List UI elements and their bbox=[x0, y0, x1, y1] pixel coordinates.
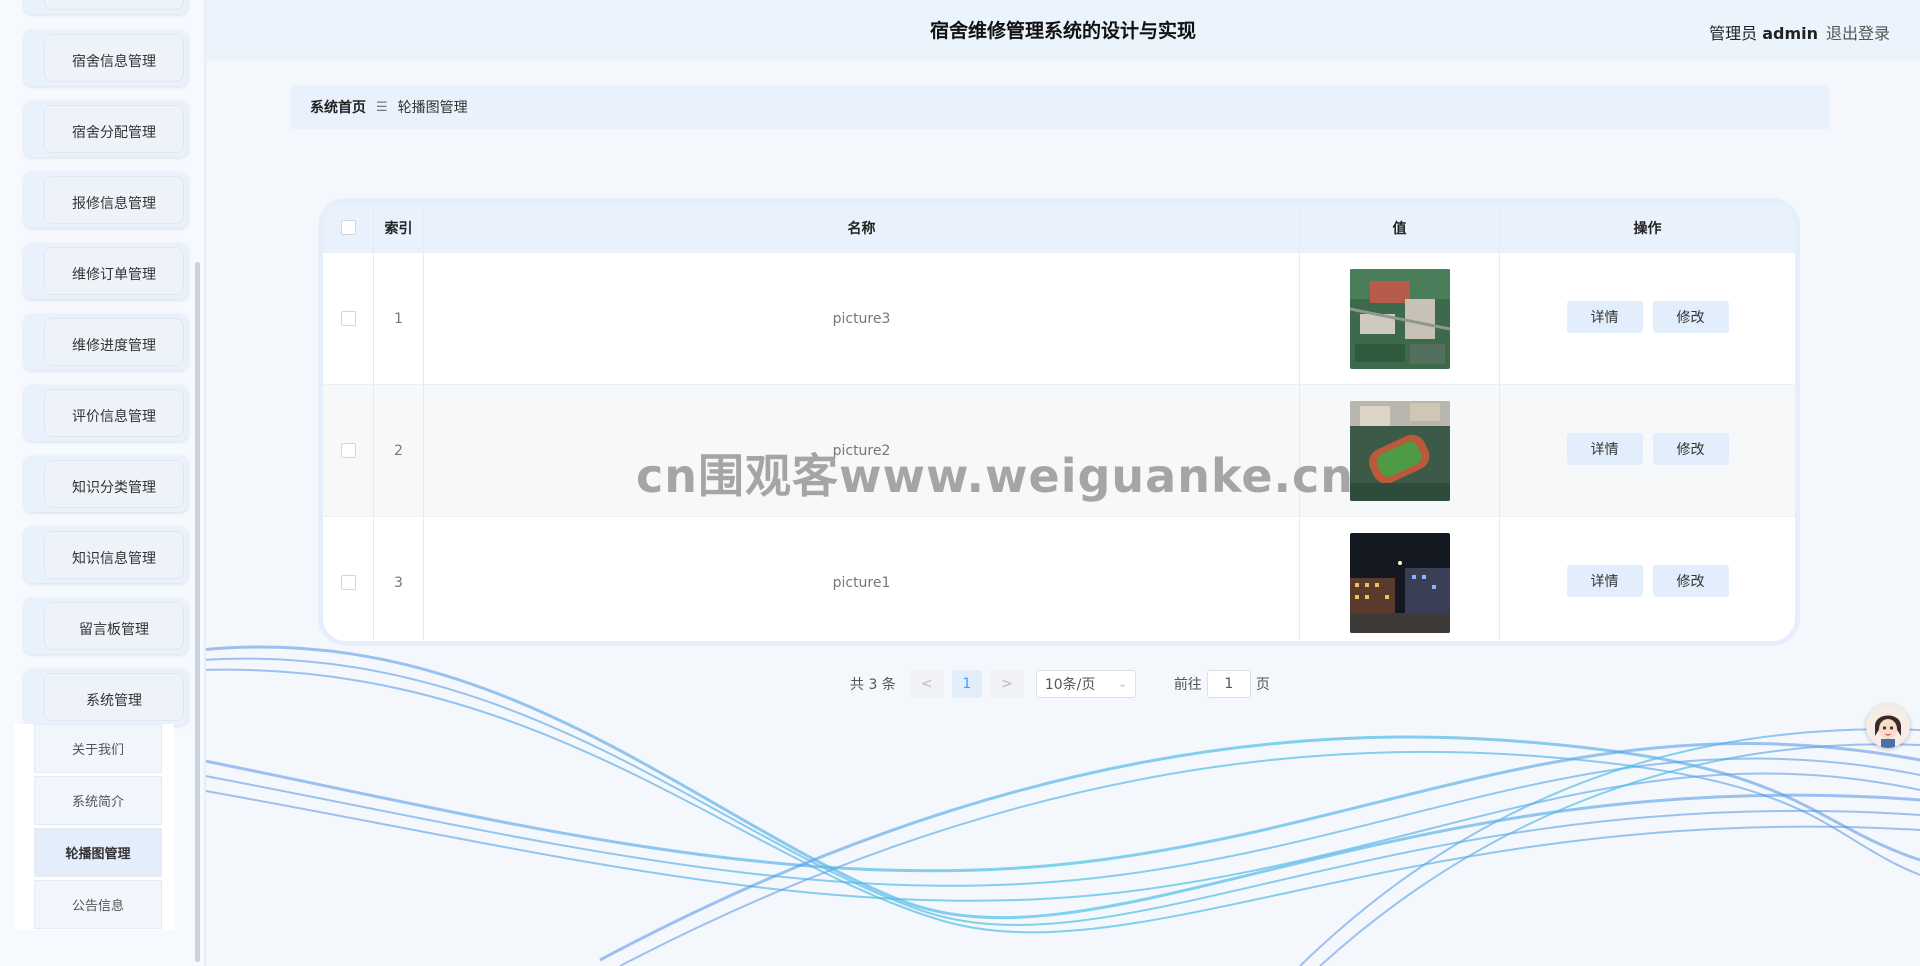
detail-button[interactable]: 详情 bbox=[1566, 300, 1643, 333]
sidebar-item-dorm-info[interactable]: 宿舍信息管理 bbox=[24, 30, 188, 86]
table-row: 1 picture3 详情 修改 bbox=[323, 252, 1795, 384]
prev-page-button[interactable]: < bbox=[909, 670, 944, 698]
edit-button[interactable]: 修改 bbox=[1652, 564, 1729, 597]
sidebar-item-label: 系统管理 bbox=[44, 673, 184, 721]
watermark-text: cn围观客www.weiguanke.cn bbox=[636, 449, 1355, 503]
sidebar-item-label: 知识分类管理 bbox=[44, 460, 184, 508]
sidebar-item-label: 知识信息管理 bbox=[44, 531, 184, 579]
campus-sports-field-image[interactable] bbox=[1349, 400, 1450, 501]
sidebar-item-repair-info[interactable]: 报修信息管理 bbox=[24, 172, 188, 228]
sidebar-item-repair-progress[interactable]: 维修进度管理 bbox=[24, 314, 188, 370]
system-submenu: 关于我们 系统简介 轮播图管理 公告信息 bbox=[14, 724, 174, 930]
top-header: 宿舍维修管理系统的设计与实现 管理员 admin 退出登录 bbox=[206, 0, 1920, 60]
pagination-total: 共 3 条 bbox=[850, 677, 896, 693]
header-value: 值 bbox=[1300, 203, 1500, 252]
sidebar-item-top[interactable] bbox=[24, 0, 188, 14]
page-title: 宿舍维修管理系统的设计与实现 bbox=[929, 20, 1196, 42]
assistant-avatar-icon bbox=[1866, 704, 1910, 748]
detail-button[interactable]: 详情 bbox=[1566, 432, 1643, 465]
sidebar-item-repair-orders[interactable]: 维修订单管理 bbox=[24, 243, 188, 299]
campus-night-image[interactable] bbox=[1349, 532, 1450, 633]
row-index: 2 bbox=[374, 385, 424, 516]
sidebar-item-reviews[interactable]: 评价信息管理 bbox=[24, 385, 188, 441]
campus-aerial-image[interactable] bbox=[1349, 268, 1450, 369]
table-header: 索引 名称 值 操作 bbox=[323, 203, 1795, 252]
sidebar-item-knowledge-category[interactable]: 知识分类管理 bbox=[24, 456, 188, 512]
row-checkbox[interactable] bbox=[340, 575, 356, 590]
sidebar-item-label: 宿舍信息管理 bbox=[44, 34, 184, 82]
sidebar-item-label: 评价信息管理 bbox=[44, 389, 184, 437]
select-all-checkbox[interactable] bbox=[340, 220, 356, 235]
sidebar-item-label: 维修订单管理 bbox=[44, 247, 184, 295]
sidebar-item-message-board[interactable]: 留言板管理 bbox=[24, 598, 188, 654]
table-row: 3 picture1 详情 修改 bbox=[323, 516, 1795, 641]
user-role: 管理员 bbox=[1709, 24, 1758, 43]
sidebar-scrollbar-thumb[interactable] bbox=[195, 262, 200, 962]
header-select-all bbox=[323, 203, 374, 252]
submenu-item-carousel[interactable]: 轮播图管理 bbox=[34, 828, 162, 877]
pagination: 共 3 条 < 1 > 10条/页 ⌄ 前往 1 页 bbox=[850, 670, 1270, 698]
sidebar-item-label: 留言板管理 bbox=[44, 602, 184, 650]
sidebar-item-label bbox=[44, 0, 184, 10]
submenu-item-notice[interactable]: 公告信息 bbox=[34, 880, 162, 929]
sidebar-item-label: 宿舍分配管理 bbox=[44, 105, 184, 153]
breadcrumb: 系统首页 ☰ 轮播图管理 bbox=[290, 85, 1830, 129]
sidebar-item-label: 维修进度管理 bbox=[44, 318, 184, 366]
submenu-item-about[interactable]: 关于我们 bbox=[34, 724, 162, 773]
submenu-item-intro[interactable]: 系统简介 bbox=[34, 776, 162, 825]
edit-button[interactable]: 修改 bbox=[1652, 300, 1729, 333]
row-index: 3 bbox=[374, 517, 424, 641]
edit-button[interactable]: 修改 bbox=[1652, 432, 1729, 465]
row-checkbox[interactable] bbox=[340, 311, 356, 326]
page-number-button[interactable]: 1 bbox=[951, 670, 982, 698]
row-checkbox[interactable] bbox=[340, 443, 356, 458]
header-index: 索引 bbox=[374, 203, 424, 252]
next-page-button[interactable]: > bbox=[989, 670, 1024, 698]
row-name: picture1 bbox=[424, 517, 1300, 641]
logout-link[interactable]: 退出登录 bbox=[1826, 20, 1890, 44]
breadcrumb-separator-icon: ☰ bbox=[376, 99, 388, 115]
detail-button[interactable]: 详情 bbox=[1566, 564, 1643, 597]
goto-suffix: 页 bbox=[1255, 677, 1270, 693]
user-info: 管理员 admin bbox=[1709, 20, 1818, 44]
chevron-down-icon: ⌄ bbox=[1118, 678, 1127, 690]
sidebar-item-system[interactable]: 系统管理 bbox=[24, 669, 188, 725]
header-name: 名称 bbox=[424, 203, 1300, 252]
goto-prefix: 前往 bbox=[1173, 677, 1202, 693]
goto-page-input[interactable]: 1 bbox=[1206, 670, 1251, 698]
row-name: picture3 bbox=[424, 253, 1300, 384]
breadcrumb-current: 轮播图管理 bbox=[397, 100, 468, 116]
sidebar-item-label: 报修信息管理 bbox=[44, 176, 184, 224]
header-actions: 操作 bbox=[1633, 220, 1662, 237]
sidebar-item-knowledge-info[interactable]: 知识信息管理 bbox=[24, 527, 188, 583]
row-index: 1 bbox=[374, 253, 424, 384]
carousel-table: 索引 名称 值 操作 1 picture3 详情 修改 2 picture2 详… bbox=[318, 198, 1800, 646]
user-name: admin bbox=[1762, 24, 1818, 43]
page-size-select[interactable]: 10条/页 ⌄ bbox=[1035, 670, 1136, 698]
assistant-avatar[interactable] bbox=[1866, 704, 1910, 748]
sidebar-item-dorm-allocation[interactable]: 宿舍分配管理 bbox=[24, 101, 188, 157]
page-size-value: 10条/页 bbox=[1044, 677, 1096, 693]
breadcrumb-home[interactable]: 系统首页 bbox=[310, 97, 366, 117]
sidebar: 宿舍信息管理 宿舍分配管理 报修信息管理 维修订单管理 维修进度管理 评价信息管… bbox=[0, 0, 206, 966]
